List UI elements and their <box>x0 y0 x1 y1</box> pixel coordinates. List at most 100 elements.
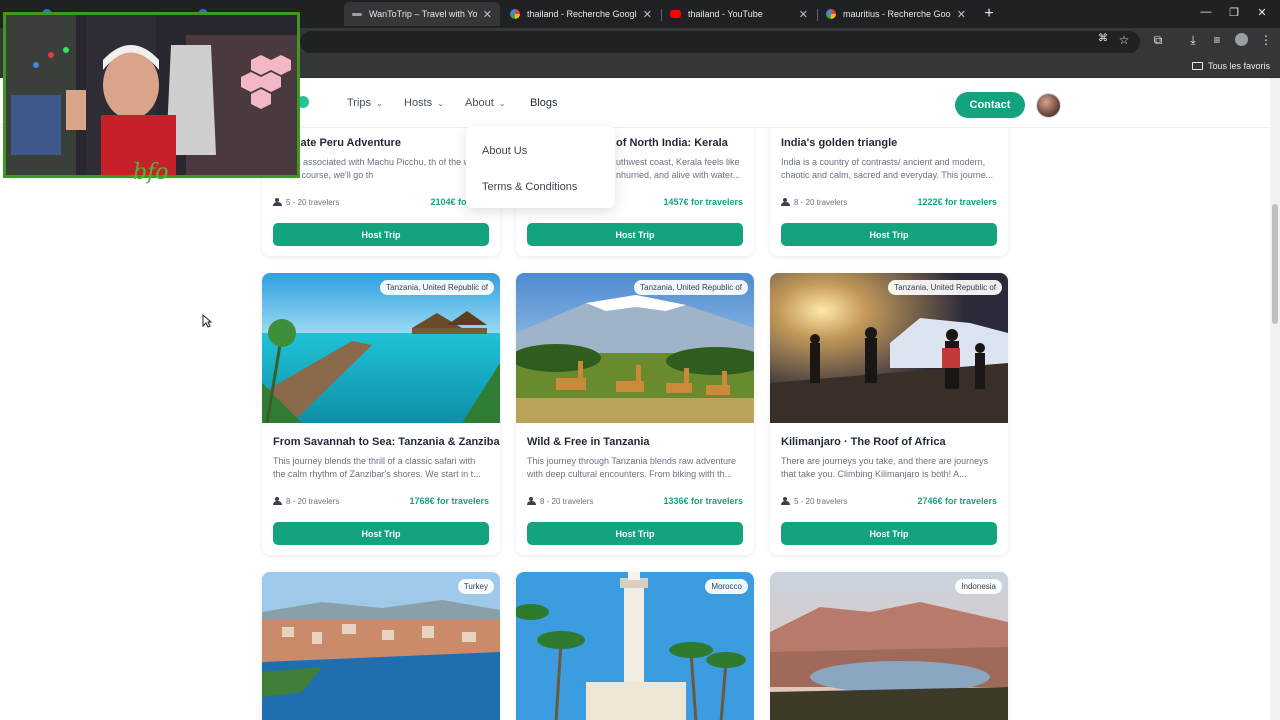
more-menu-icon[interactable]: ⋮ <box>1257 33 1275 47</box>
close-tab-icon[interactable]: ✕ <box>643 8 652 21</box>
trip-card: Turkey <box>262 572 500 720</box>
trip-description: always associated with Machu Picchu, th … <box>273 157 488 180</box>
close-tab-icon[interactable]: ✕ <box>957 8 966 21</box>
trip-description: This journey through Tanzania blends raw… <box>527 456 736 479</box>
trip-meta: 5 - 20 travelers 2104€ for trav <box>273 195 489 209</box>
trip-image-turkey-coast[interactable]: Turkey <box>262 572 500 720</box>
chevron-down-icon: ⌄ <box>376 98 383 108</box>
nav-hosts[interactable]: Hosts ⌄ <box>404 97 444 109</box>
trip-title[interactable]: of North India: Kerala <box>616 137 728 149</box>
trip-image-kilimanjaro-giraffes[interactable]: Tanzania, United Republic of <box>516 273 754 423</box>
travelers-icon <box>781 198 790 206</box>
country-badge: Morocco <box>705 579 748 594</box>
contact-button[interactable]: Contact <box>955 92 1025 118</box>
folder-icon <box>1191 62 1203 70</box>
browser-tab-active[interactable]: WanToTrip – Travel with Your Fa ✕ <box>344 2 500 26</box>
translate-icon[interactable]: ⌘ <box>1094 33 1112 44</box>
webcam-signature-logo: bfo <box>133 160 169 185</box>
traveler-count: 5 - 20 travelers <box>286 197 340 207</box>
browser-tab[interactable]: thailand - YouTube ✕ <box>662 4 816 24</box>
trip-image-zanzibar-pier[interactable]: Tanzania, United Republic of <box>262 273 500 423</box>
minimize-icon[interactable]: — <box>1196 6 1216 18</box>
travelers-icon <box>781 497 790 505</box>
trip-price: 1222€ for travelers <box>917 197 997 207</box>
close-tab-icon[interactable]: ✕ <box>483 8 492 21</box>
country-badge: Tanzania, United Republic of <box>380 280 494 295</box>
host-trip-button[interactable]: Host Trip <box>781 522 997 545</box>
restore-icon[interactable]: ❐ <box>1224 6 1244 19</box>
trip-description: uthwest coast, Kerala feels like nhurrie… <box>616 157 741 180</box>
trip-title[interactable]: Kilimanjaro · The Roof of Africa <box>781 436 946 448</box>
bookmark-star-icon[interactable]: ☆ <box>1115 33 1133 47</box>
host-trip-button[interactable]: Host Trip <box>273 223 489 246</box>
trip-title[interactable]: Wild & Free in Tanzania <box>527 436 650 448</box>
profile-icon[interactable] <box>1232 33 1250 49</box>
close-tab-icon[interactable]: ✕ <box>799 8 808 21</box>
all-bookmarks-folder[interactable]: Tous les favoris <box>1191 61 1270 71</box>
host-trip-button[interactable]: Host Trip <box>781 223 997 246</box>
mouse-cursor-icon <box>202 314 212 328</box>
trip-price: 1336€ for travelers <box>663 496 743 506</box>
nav-about[interactable]: About ⌄ <box>465 97 505 109</box>
page-scrollbar[interactable] <box>1270 78 1280 720</box>
trip-price: 2746€ for travelers <box>917 496 997 506</box>
host-trip-button[interactable]: Host Trip <box>527 522 743 545</box>
trip-card: Morocco <box>516 572 754 720</box>
browser-tab[interactable]: thailand - Recherche Google ✕ <box>502 4 660 24</box>
trip-card: Tanzania, United Republic of Wild & Free… <box>516 273 754 555</box>
media-control-icon[interactable]: ≡ <box>1208 33 1226 47</box>
traveler-count: 5 - 20 travelers <box>794 496 848 506</box>
trip-price: 1457€ for travelers <box>663 197 743 207</box>
trip-title[interactable]: India's golden triangle <box>781 137 897 149</box>
traveler-count: 8 - 20 travelers <box>540 496 594 506</box>
country-badge: Tanzania, United Republic of <box>888 280 1002 295</box>
trip-meta: 8 - 20 travelers 1768€ for travelers <box>273 494 489 508</box>
extensions-icon[interactable]: ⧉ <box>1149 33 1167 48</box>
webcam-feed-image <box>6 15 297 175</box>
trip-meta: 5 - 20 travelers 2746€ for travelers <box>781 494 997 508</box>
trip-meta: 8 - 20 travelers 1336€ for travelers <box>527 494 743 508</box>
country-badge: Indonesia <box>955 579 1002 594</box>
trip-card: Indonesia <box>770 572 1008 720</box>
trip-card: Tanzania, United Republic of Kilimanjaro… <box>770 273 1008 555</box>
google-favicon-icon <box>510 9 520 19</box>
close-window-icon[interactable]: ✕ <box>1252 6 1272 19</box>
youtube-favicon-icon <box>670 10 681 18</box>
trip-image-indonesia-crater[interactable]: Indonesia <box>770 572 1008 720</box>
dropdown-item-about-us[interactable]: About Us <box>482 145 527 157</box>
country-badge: Tanzania, United Republic of <box>634 280 748 295</box>
chevron-down-icon: ⌄ <box>498 98 506 108</box>
about-dropdown-menu: About Us Terms & Conditions <box>466 126 615 208</box>
trip-description: India is a country of contrasts/ ancient… <box>781 157 994 180</box>
trip-card: Tanzania, United Republic of From Savann… <box>262 273 500 555</box>
chevron-down-icon: ⌄ <box>437 98 444 108</box>
travelers-icon <box>527 497 536 505</box>
trip-description: This journey blends the thrill of a clas… <box>273 456 481 479</box>
travelers-icon <box>273 497 282 505</box>
user-avatar[interactable] <box>1036 93 1061 118</box>
host-trip-button[interactable]: Host Trip <box>273 522 489 545</box>
travelers-icon <box>273 198 282 206</box>
trip-image-morocco-lighthouse[interactable]: Morocco <box>516 572 754 720</box>
traveler-count: 8 - 20 travelers <box>794 197 848 207</box>
tab-favicon-icon <box>352 12 362 16</box>
country-badge: Turkey <box>457 579 494 594</box>
address-bar[interactable] <box>300 31 1140 53</box>
traveler-count: 8 - 20 travelers <box>286 496 340 506</box>
browser-tab[interactable]: mauritius - Recherche Google ✕ <box>818 4 974 24</box>
google-favicon-icon <box>826 9 836 19</box>
download-icon[interactable]: ⤓ <box>1184 33 1202 48</box>
trip-title[interactable]: From Savannah to Sea: Tanzania & Zanziba… <box>273 436 500 448</box>
trip-card: India's golden triangle India is a count… <box>770 108 1008 256</box>
trip-description: There are journeys you take, and there a… <box>781 456 989 479</box>
trip-meta: 8 - 20 travelers 1222€ for travelers <box>781 195 997 209</box>
webcam-overlay <box>3 12 300 178</box>
dropdown-item-terms[interactable]: Terms & Conditions <box>482 181 577 193</box>
new-tab-icon[interactable]: + <box>980 5 998 23</box>
nav-blogs[interactable]: Blogs <box>530 97 558 109</box>
trip-image-kilimanjaro-hikers[interactable]: Tanzania, United Republic of <box>770 273 1008 423</box>
nav-trips[interactable]: Trips ⌄ <box>347 97 383 109</box>
host-trip-button[interactable]: Host Trip <box>527 223 743 246</box>
trip-price: 1768€ for travelers <box>409 496 489 506</box>
scrollbar-thumb[interactable] <box>1272 204 1278 324</box>
